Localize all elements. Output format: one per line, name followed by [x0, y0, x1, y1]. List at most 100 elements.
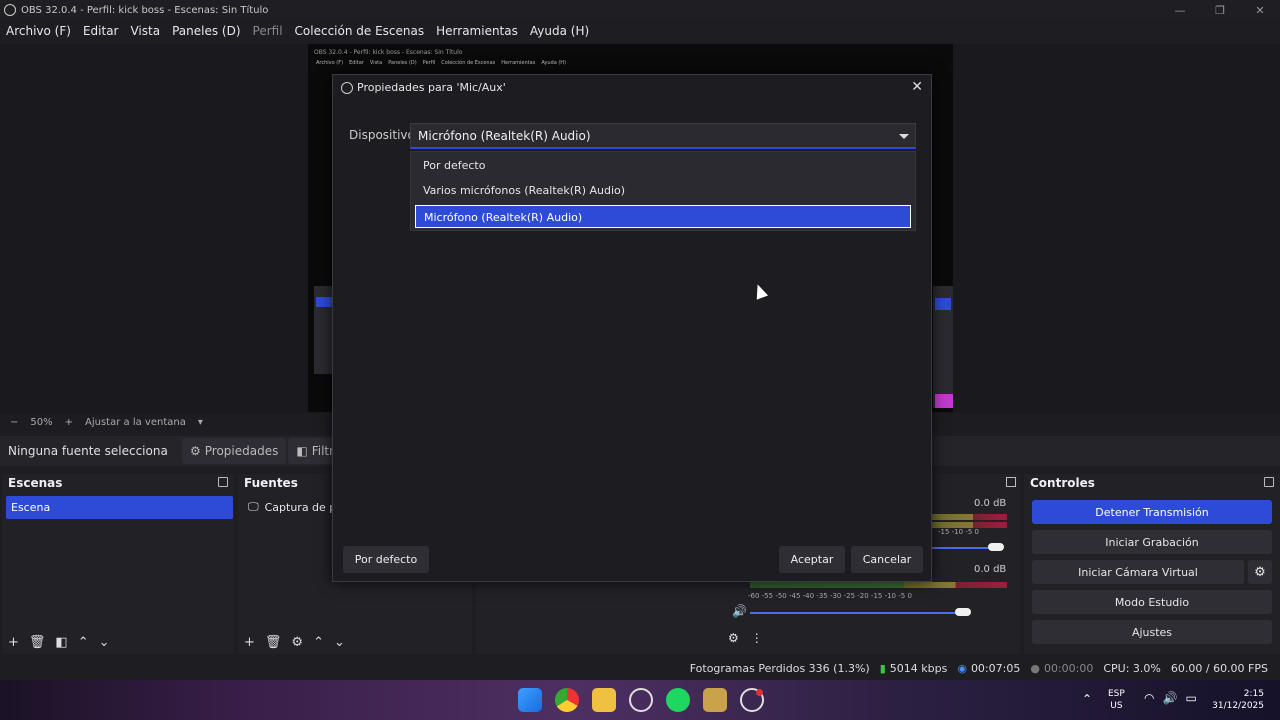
preview-inner-title: OBS 32.0.4 - Perfil: kick boss - Escenas… [314, 49, 463, 56]
device-option[interactable]: Por defecto [415, 154, 911, 177]
windows-start-icon[interactable] [518, 688, 542, 712]
properties-dialog: Propiedades para 'Mic/Aux' ✕ Dispositivo… [332, 74, 932, 582]
close-icon[interactable]: ✕ [911, 79, 923, 95]
menu-profile[interactable]: Perfil [247, 21, 289, 41]
file-explorer-icon[interactable] [592, 688, 616, 712]
stream-icon: ◉ [957, 661, 967, 675]
menu-view[interactable]: Vista [124, 21, 166, 41]
volume-slider-1[interactable] [932, 547, 993, 549]
device-select[interactable]: Micrófono (Realtek(R) Audio) [410, 123, 916, 149]
undock-icon[interactable] [1006, 477, 1016, 487]
sources-toolbar: + 🗑 ⚙ ⌃ ⌄ [238, 630, 472, 654]
chevron-down-icon[interactable]: ▾ [198, 417, 203, 428]
scenes-dock-header: Escenas [2, 474, 234, 492]
rec-time: 00:00:00 [1043, 661, 1094, 675]
minimize-button[interactable]: — [1160, 0, 1200, 20]
dropped-frames: Fotogramas Perdidos 336 (1.3%) [689, 661, 870, 675]
gear-icon: ⚙ [190, 444, 201, 458]
properties-label: Propiedades [204, 444, 279, 458]
rec-time-group: ● 00:00:00 [1030, 662, 1093, 675]
preview-inner-scene [316, 297, 332, 307]
bitrate: 5014 kbps [889, 661, 948, 675]
gear-icon[interactable]: ⚙ [728, 631, 739, 645]
inner-menu-item: Paneles (D) [388, 60, 417, 66]
trash-icon[interactable]: 🗑 [265, 635, 282, 650]
arrow-down-icon[interactable]: ⌄ [99, 635, 110, 650]
start-virtual-camera-button[interactable]: Iniciar Cámara Virtual [1032, 560, 1244, 584]
stop-streaming-button[interactable]: Detener Transmisión [1032, 500, 1272, 524]
source-item[interactable]: 🖵 Captura de p [248, 500, 336, 514]
arrow-up-icon[interactable]: ⌃ [313, 635, 324, 650]
league-icon[interactable] [703, 688, 727, 712]
arrow-up-icon[interactable]: ⌃ [78, 635, 89, 650]
live-dot-icon [756, 689, 763, 696]
device-label: Dispositivo [349, 128, 415, 142]
volume-slider-2[interactable] [750, 612, 961, 614]
defaults-button[interactable]: Por defecto [343, 546, 429, 573]
maximize-button[interactable]: ❐ [1200, 0, 1240, 20]
speedometer-icon[interactable] [629, 688, 653, 712]
filter-icon: ◧ [296, 444, 308, 458]
wifi-icon[interactable]: ◠ [1144, 692, 1154, 704]
battery-icon[interactable]: ▭ [1185, 692, 1196, 704]
cancel-button[interactable]: Cancelar [851, 546, 923, 573]
menu-docks[interactable]: Paneles (D) [166, 21, 246, 41]
menu-edit[interactable]: Editar [77, 21, 125, 41]
trash-icon[interactable]: 🗑 [29, 635, 46, 650]
fit-to-window[interactable]: Ajustar a la ventana [85, 417, 186, 428]
menu-file[interactable]: Archivo (F) [0, 21, 77, 41]
scene-item[interactable]: Escena [6, 496, 233, 519]
menu-help[interactable]: Ayuda (H) [524, 21, 595, 41]
close-window-button[interactable]: ✕ [1240, 0, 1280, 20]
mixer-ticks-1: -15 -10 -5 0 [938, 528, 979, 536]
settings-button[interactable]: Ajustes [1032, 620, 1272, 644]
scenes-title: Escenas [8, 476, 63, 490]
volume-knob-2[interactable] [954, 608, 971, 616]
menu-scene-collection[interactable]: Colección de Escenas [289, 21, 431, 41]
gear-icon[interactable]: ⚙ [291, 635, 303, 650]
zoom-out-button[interactable]: − [10, 417, 18, 428]
language-label: ESP [1108, 689, 1125, 699]
mixer-db-1: 0.0 dB [974, 498, 1007, 509]
inner-menu-item: Editar [349, 60, 364, 66]
obs-logo-icon [4, 4, 16, 16]
preview-inner-control [935, 298, 951, 310]
system-tray: ◠ 🔊 ▭ [1144, 692, 1197, 704]
add-icon[interactable]: + [8, 635, 19, 650]
add-icon[interactable]: + [244, 635, 255, 650]
virtual-camera-settings-button[interactable]: ⚙ [1248, 560, 1272, 584]
zoom-level: 50% [30, 416, 53, 428]
fps: 60.00 / 60.00 FPS [1170, 661, 1268, 675]
start-recording-button[interactable]: Iniciar Grabación [1032, 530, 1272, 554]
zoom-in-button[interactable]: + [65, 417, 73, 428]
studio-mode-button[interactable]: Modo Estudio [1032, 590, 1272, 614]
dialog-title-bar: Propiedades para 'Mic/Aux' [341, 81, 506, 94]
stream-time-group: ◉ 00:07:05 [957, 662, 1020, 675]
device-option[interactable]: Varios micrófonos (Realtek(R) Audio) [415, 179, 911, 202]
more-icon[interactable]: ⋮ [751, 631, 763, 645]
speaker-icon[interactable]: 🔊 [732, 604, 747, 618]
menu-tools[interactable]: Herramientas [430, 21, 524, 41]
device-option-selected[interactable]: Micrófono (Realtek(R) Audio) [415, 205, 911, 228]
ok-button[interactable]: Aceptar [779, 546, 845, 573]
properties-button[interactable]: ⚙ Propiedades [182, 438, 287, 464]
clock[interactable]: 2:15 31/12/2025 [1208, 688, 1264, 712]
scenes-toolbar: + 🗑 ◧ ⌃ ⌄ [2, 630, 234, 654]
volume-icon[interactable]: 🔊 [1162, 692, 1177, 704]
record-icon: ● [1030, 661, 1040, 675]
undock-icon[interactable] [218, 477, 228, 487]
inner-menu-item: Herramientas [501, 60, 536, 66]
chrome-icon[interactable] [555, 688, 579, 712]
language-indicator[interactable]: ESP US [1108, 688, 1125, 712]
undock-icon[interactable] [1264, 477, 1274, 487]
chevron-up-icon[interactable]: ⌃ [1082, 693, 1092, 705]
status-bar: Fotogramas Perdidos 336 (1.3%) ▮ 5014 kb… [0, 657, 1280, 679]
preview-inner-accent [935, 394, 953, 408]
filter-icon[interactable]: ◧ [55, 635, 67, 650]
window-title: OBS 32.0.4 - Perfil: kick boss - Escenas… [21, 4, 269, 16]
sources-title: Fuentes [244, 476, 298, 490]
controls-title: Controles [1030, 476, 1095, 490]
volume-knob-1[interactable] [987, 543, 1004, 551]
arrow-down-icon[interactable]: ⌄ [334, 635, 345, 650]
spotify-icon[interactable] [666, 688, 690, 712]
